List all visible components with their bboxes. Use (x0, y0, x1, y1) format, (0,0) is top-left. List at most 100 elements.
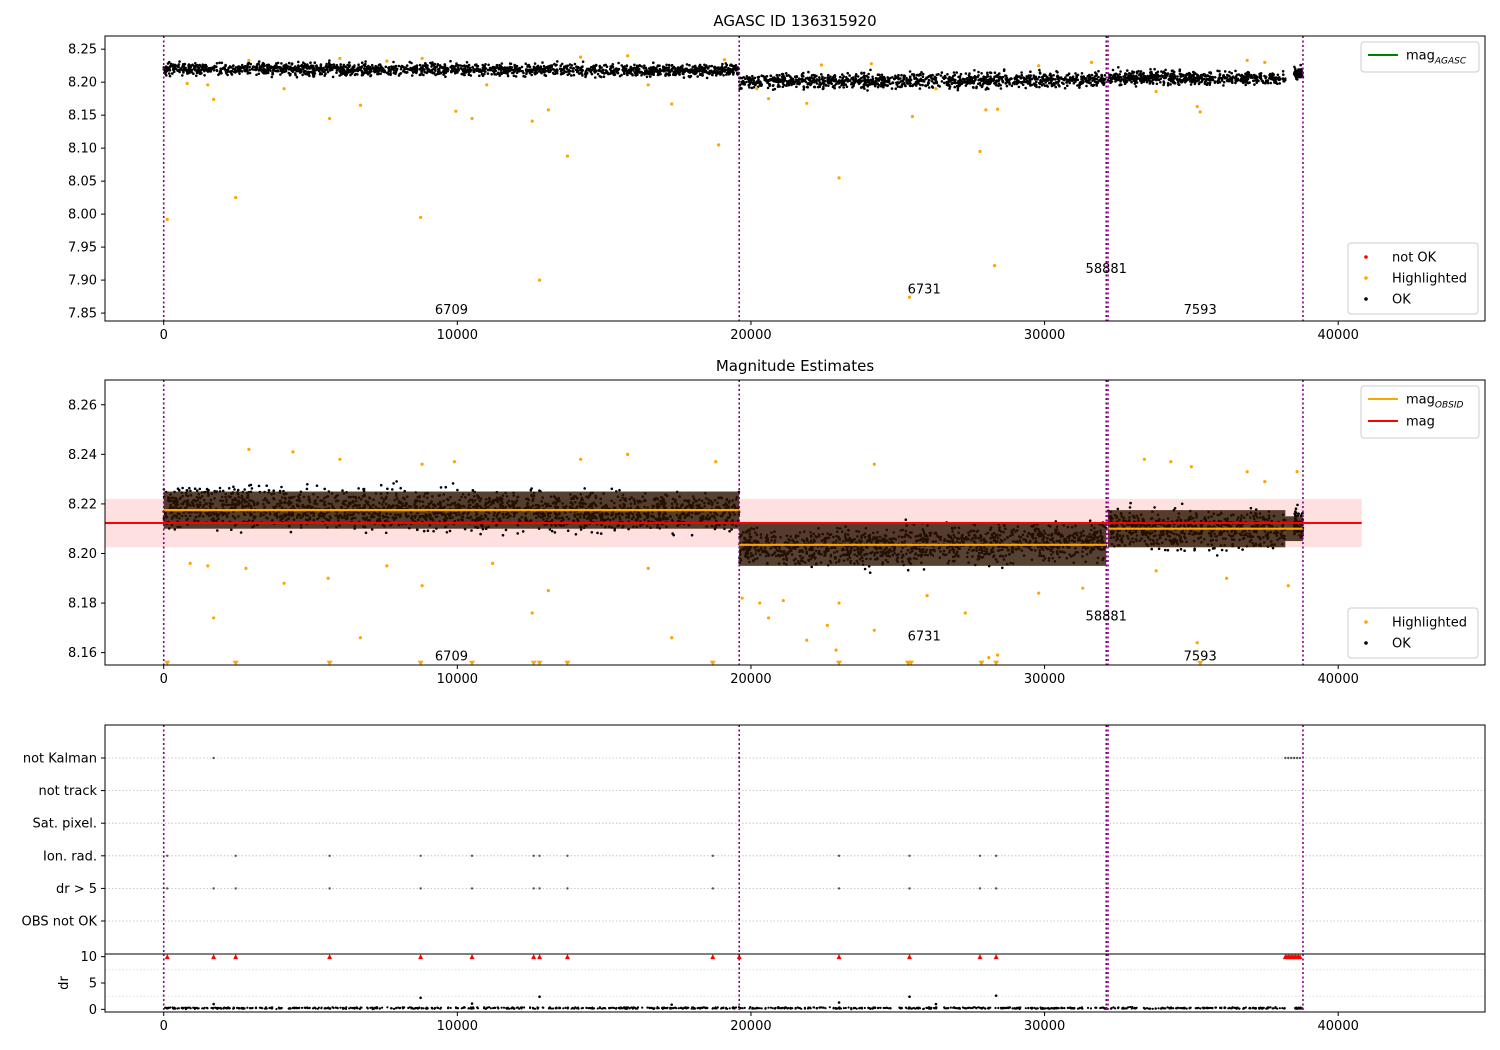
agasc-ok-point (1026, 82, 1030, 85)
magnitude-ok-point (239, 531, 243, 534)
agasc-ok-point (489, 68, 492, 71)
agasc-ok-point (1281, 77, 1285, 80)
agasc-highlighted-point (1198, 110, 1202, 114)
agasc-highlighted-point (717, 143, 721, 147)
agasc-ok-point (881, 85, 884, 88)
agasc-ok-point (443, 72, 446, 75)
agasc-ok-point (212, 69, 216, 72)
agasc-ok-point (623, 65, 626, 68)
agasc-ok-point (866, 83, 870, 87)
agasc-ok-point (1227, 79, 1231, 83)
agasc-ok-point (187, 63, 191, 66)
agasc-ok-point (1030, 77, 1034, 81)
agasc-ok-point (1019, 76, 1023, 80)
magnitude-ok-point (596, 531, 599, 535)
agasc-ok-point (348, 61, 351, 64)
agasc-highlighted-point (282, 87, 286, 91)
magnitude-estimates-panel: 67096731588817593 Magnitude Estimates 01… (68, 357, 1486, 687)
agasc-ok-point (1095, 82, 1098, 86)
agasc-ok-point (201, 68, 204, 71)
agasc-ok-point (451, 65, 455, 68)
magnitude-ok-point (426, 529, 430, 532)
agasc-ok-point (883, 83, 887, 87)
agasc-ok-point (697, 69, 701, 73)
magnitude-ok-point (728, 529, 731, 533)
agasc-ok-point (454, 72, 457, 75)
agasc-ok-point (1226, 73, 1229, 77)
agasc-ok-point (513, 68, 516, 72)
agasc-ok-point (912, 75, 916, 78)
agasc-ok-point (696, 75, 699, 78)
agasc-ok-point (217, 73, 220, 77)
agasc-ok-point (961, 77, 965, 81)
agasc-ok-point (1004, 74, 1007, 77)
agasc-ok-point (927, 86, 931, 89)
agasc-ok-point (555, 63, 558, 67)
agasc-ok-point (167, 60, 171, 64)
agasc-ok-point (252, 68, 255, 71)
agasc-ok-point (368, 71, 372, 74)
agasc-ok-point (1000, 77, 1003, 81)
agasc-ok-point (977, 70, 980, 74)
agasc-ok-point (555, 68, 559, 71)
agasc-ok-point (887, 80, 890, 84)
agasc-ok-point (1293, 65, 1296, 69)
agasc-ok-point (833, 86, 836, 90)
agasc-ok-point (1122, 78, 1125, 81)
magnitude-ok-point (205, 487, 209, 491)
agasc-ok-point (265, 63, 269, 67)
magnitude-ok-point (193, 487, 197, 491)
agasc-ok-point (676, 70, 680, 73)
agasc-ok-point (1126, 69, 1129, 72)
agasc-ok-point (989, 75, 992, 78)
agasc-highlighted-point (995, 107, 1000, 111)
agasc-ok-point (1245, 74, 1249, 78)
agasc-ok-point (886, 76, 889, 79)
agasc-ok-point (987, 87, 990, 91)
agasc-ok-point (687, 68, 691, 72)
agasc-ok-point (363, 71, 366, 75)
agasc-ok-point (387, 66, 390, 70)
agasc-ok-point (640, 74, 643, 77)
agasc-ok-point (570, 74, 573, 77)
agasc-ok-point (1060, 81, 1064, 85)
agasc-ok-point (567, 68, 571, 72)
agasc-ok-point (178, 60, 181, 63)
agasc-ok-point (397, 64, 401, 68)
agasc-ok-point (756, 76, 760, 79)
agasc-ok-point (327, 61, 331, 65)
agasc-ok-point (781, 77, 785, 81)
agasc-ok-point (891, 81, 894, 85)
agasc-ok-point (826, 79, 829, 83)
agasc-ok-point (815, 82, 819, 85)
agasc-ok-point (731, 69, 734, 72)
magnitude-ok-point (216, 529, 219, 532)
agasc-ok-point (869, 68, 872, 72)
agasc-ok-point (920, 79, 923, 83)
agasc-y-tick-label: 7.90 (68, 274, 97, 289)
agasc-ok-point (1161, 71, 1165, 74)
agasc-ok-point (1093, 75, 1097, 78)
agasc-ok-point (659, 72, 662, 76)
agasc-ok-point (572, 67, 576, 70)
agasc-ok-point (1206, 81, 1209, 85)
agasc-highlighted-point (454, 109, 458, 113)
agasc-ok-point (908, 80, 912, 84)
agasc-ok-point (721, 62, 724, 66)
agasc-ok-point (181, 74, 184, 77)
agasc-ok-point (390, 66, 394, 70)
agasc-ok-point (682, 72, 685, 76)
agasc-highlighted-point (385, 59, 389, 63)
agasc-ok-point (1037, 75, 1041, 79)
agasc-ok-point (1159, 81, 1162, 84)
agasc-legend-label: OK (1392, 293, 1411, 308)
agasc-ok-point (954, 81, 957, 85)
agasc-obsid-label: 6731 (908, 282, 941, 297)
agasc-highlighted-point (338, 56, 342, 61)
agasc-ok-point (765, 79, 768, 83)
agasc-ok-point (1234, 78, 1237, 82)
magnitude-ok-point (504, 528, 508, 532)
agasc-ok-point (973, 69, 976, 72)
agasc-ok-point (830, 82, 833, 85)
agasc-ok-point (486, 68, 490, 72)
